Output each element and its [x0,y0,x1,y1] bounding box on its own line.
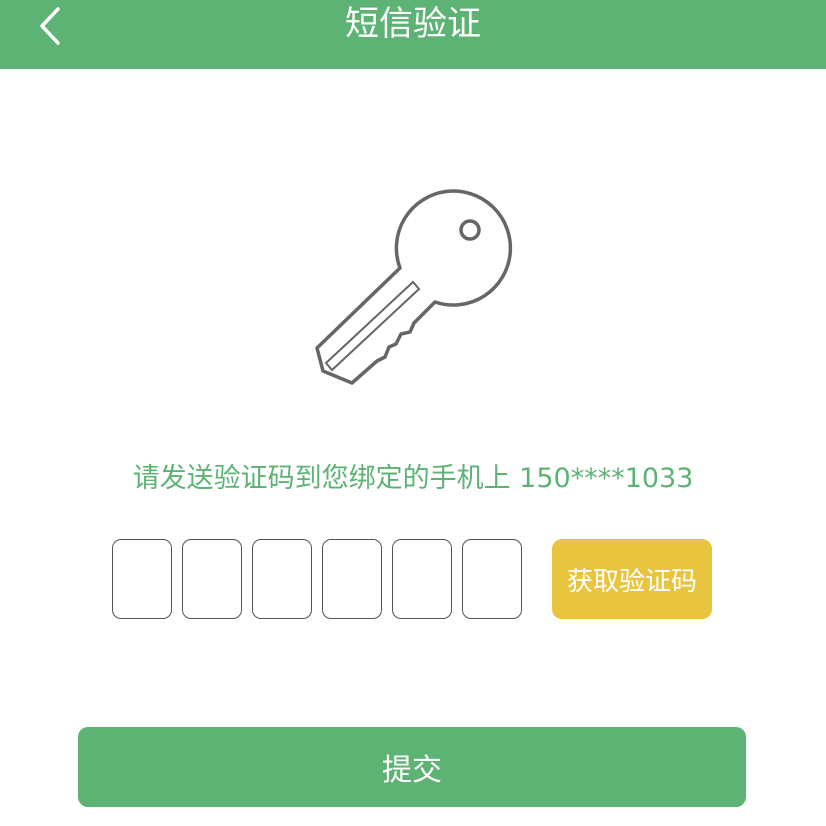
submit-button[interactable]: 提交 [78,727,746,807]
sms-verification-screen: 短信验证 请发送验证码到您绑定的手机上 150****1033 获取验证码 提交 [0,0,826,826]
code-digit-6[interactable] [462,539,522,619]
key-icon [315,189,513,385]
navigation-bar: 短信验证 [0,0,826,69]
verification-hint: 请发送验证码到您绑定的手机上 150****1033 [132,463,694,494]
key-illustration [300,180,520,400]
code-digit-4[interactable] [322,539,382,619]
page-title: 短信验证 [345,4,481,44]
get-code-button[interactable]: 获取验证码 [552,539,712,619]
code-digit-1[interactable] [112,539,172,619]
code-digit-3[interactable] [252,539,312,619]
code-digit-5[interactable] [392,539,452,619]
code-digit-2[interactable] [182,539,242,619]
